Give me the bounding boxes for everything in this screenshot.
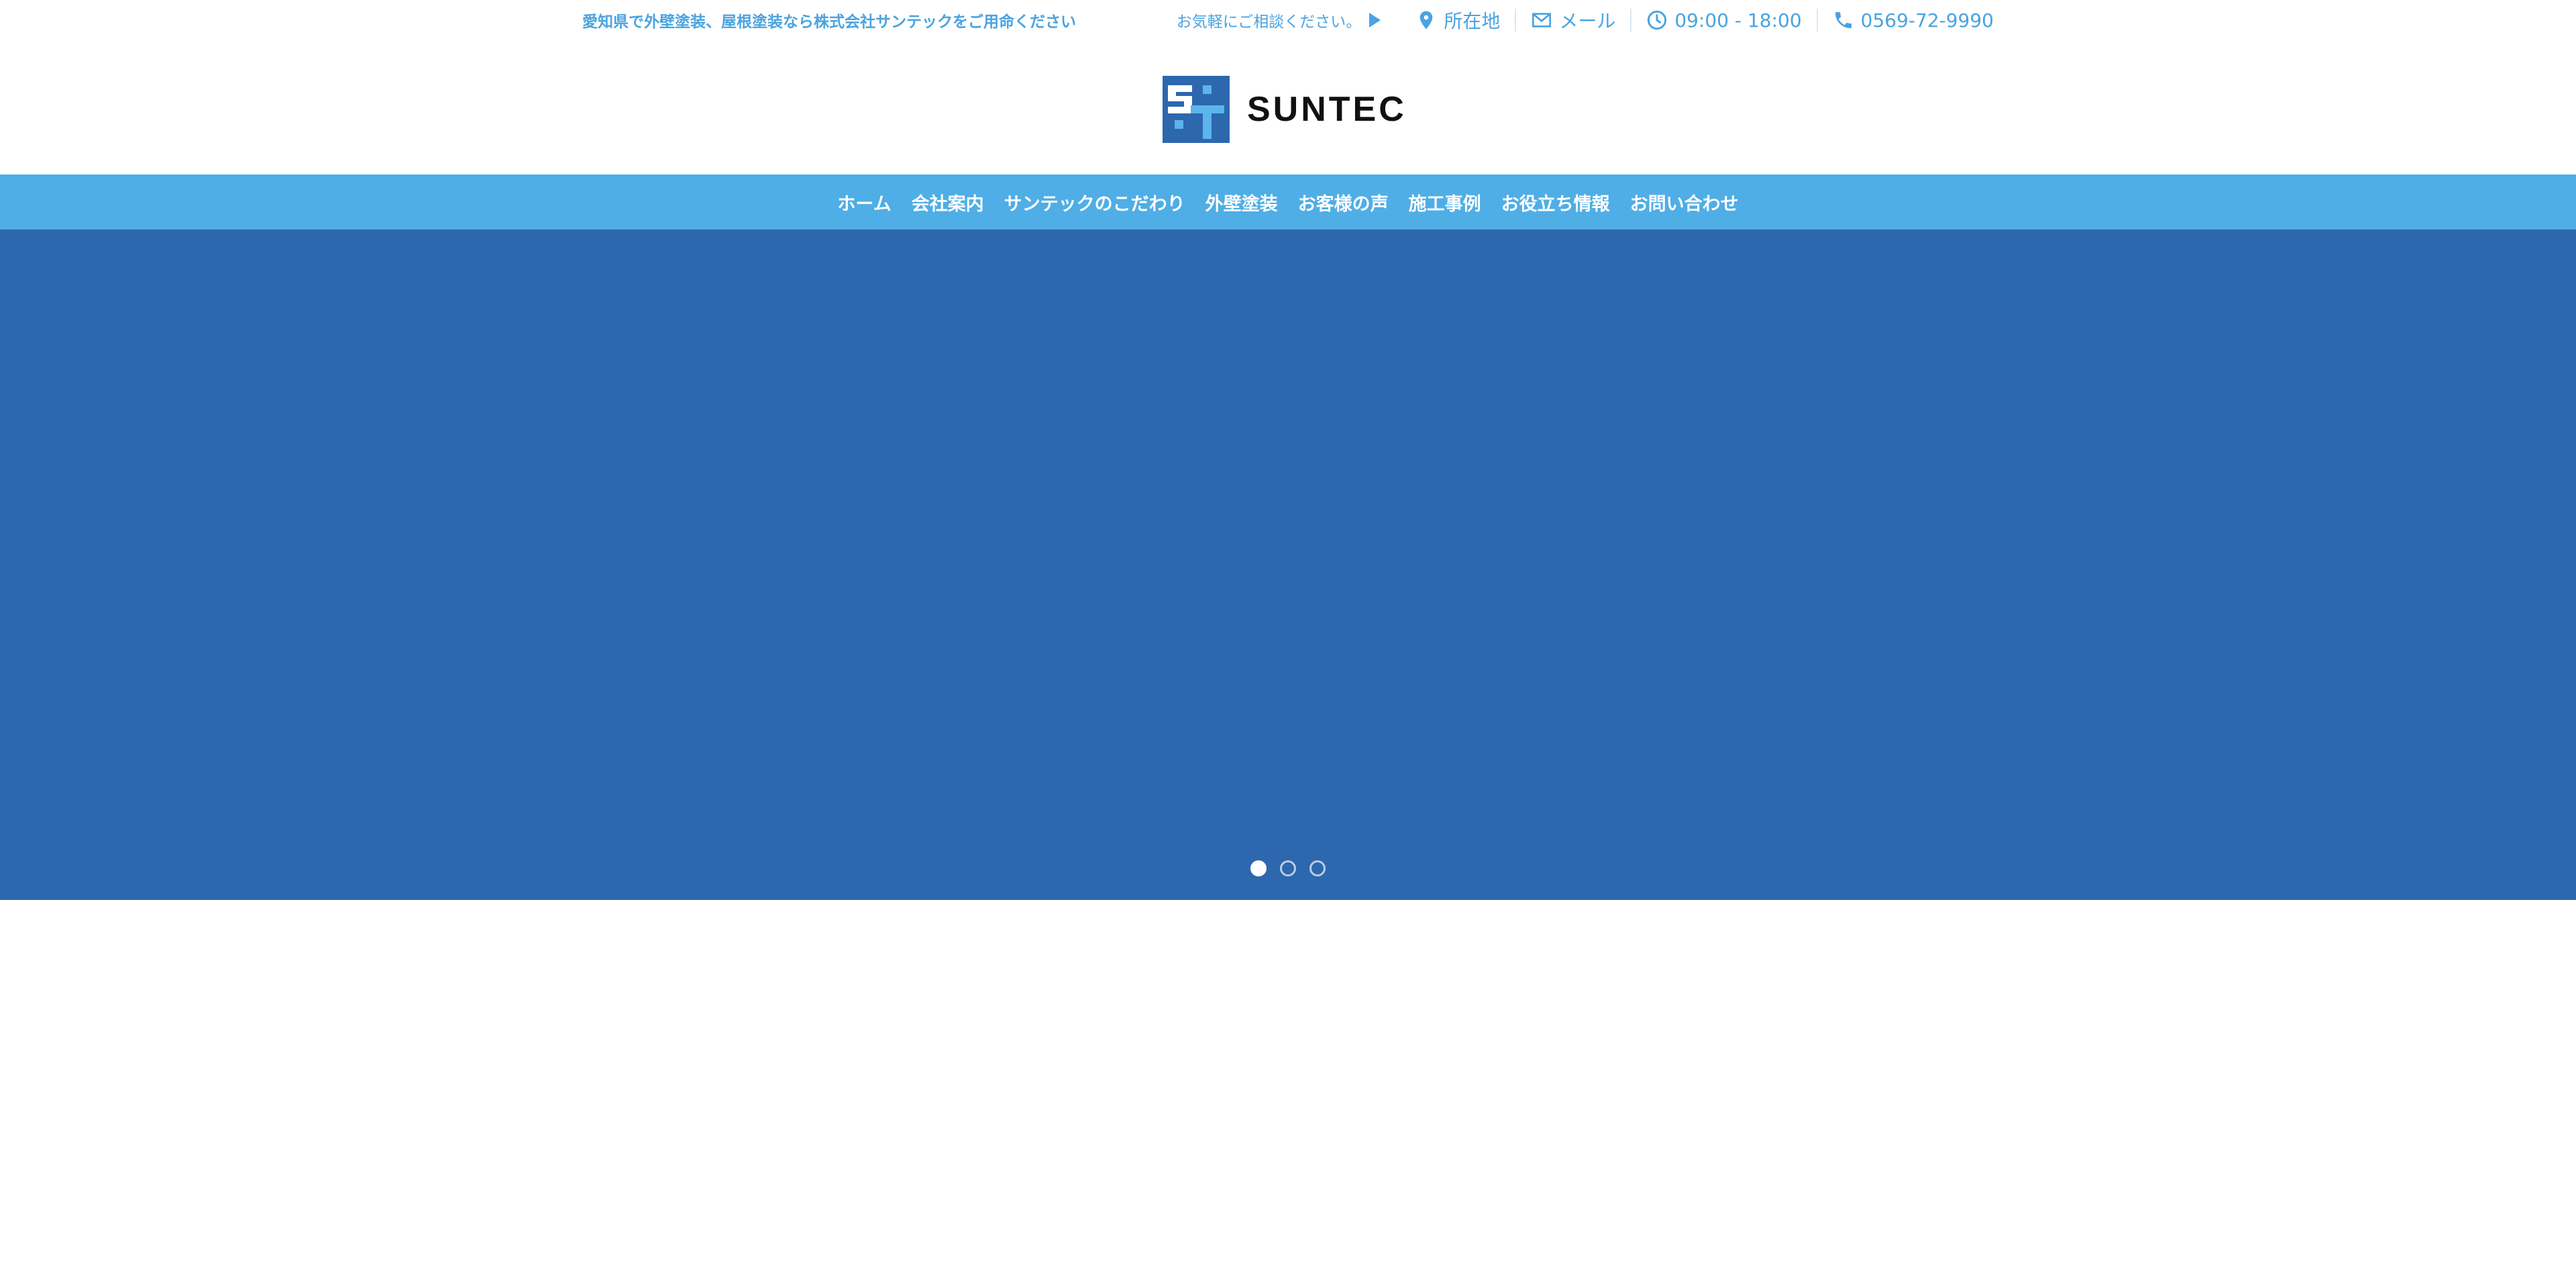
contact-location-label: 所在地 — [1444, 10, 1501, 32]
nav-item-home[interactable]: ホーム — [827, 189, 901, 215]
clock-icon — [1646, 9, 1668, 31]
suntec-logo-mark — [1163, 76, 1230, 143]
contact-lead: お気軽にご相談ください。 — [1177, 9, 1381, 32]
page: 愛知県で外壁塗装、屋根塗装なら株式会社サンテックをご用命ください お気軽にご相談… — [0, 0, 2576, 1263]
nav-item-case-studies[interactable]: 施工事例 — [1399, 189, 1491, 215]
contact-phone-link[interactable]: 0569-72-9990 — [1816, 9, 1994, 32]
mail-icon — [1531, 9, 1552, 31]
slider-dot-3[interactable] — [1309, 860, 1326, 876]
map-pin-icon — [1415, 9, 1437, 31]
nav-item-exterior-painting[interactable]: 外壁塗装 — [1195, 189, 1288, 215]
top-info-bar: 愛知県で外壁塗装、屋根塗装なら株式会社サンテックをご用命ください お気軽にご相談… — [582, 0, 1994, 40]
contact-hours-label: 09:00 - 18:00 — [1674, 9, 1802, 32]
site-tagline: 愛知県で外壁塗装、屋根塗装なら株式会社サンテックをご用命ください — [582, 13, 1076, 31]
phone-icon — [1833, 9, 1854, 31]
main-nav: ホーム 会社案内 サンテックのこだわり 外壁塗装 お客様の声 施工事例 お役立ち… — [0, 174, 2576, 230]
site-logo-link[interactable]: SUNTEC — [1163, 76, 1407, 143]
nav-item-useful-info[interactable]: お役立ち情報 — [1491, 189, 1620, 215]
slider-pagination — [0, 860, 2576, 876]
nav-item-testimonials[interactable]: お客様の声 — [1288, 189, 1399, 215]
hero-slider — [0, 230, 2576, 900]
slider-dot-1[interactable] — [1250, 860, 1267, 876]
contact-location-link[interactable]: 所在地 — [1401, 9, 1515, 32]
slider-dot-2[interactable] — [1280, 860, 1296, 876]
nav-item-contact[interactable]: お問い合わせ — [1620, 189, 1749, 215]
nav-item-company[interactable]: 会社案内 — [902, 189, 994, 215]
contact-lead-text: お気軽にご相談ください。 — [1176, 13, 1362, 31]
contact-phone-label: 0569-72-9990 — [1860, 9, 1994, 32]
nav-item-commitment[interactable]: サンテックのこだわり — [994, 189, 1195, 215]
contact-bar: お気軽にご相談ください。 所在地 メール 09:00 - 18:00 0569-… — [1177, 9, 1994, 32]
contact-mail-label: メール — [1559, 10, 1616, 32]
play-triangle-icon — [1369, 13, 1381, 28]
contact-mail-link[interactable]: メール — [1515, 9, 1630, 32]
logo-text: SUNTEC — [1247, 90, 1407, 129]
contact-hours: 09:00 - 18:00 — [1630, 9, 1816, 32]
